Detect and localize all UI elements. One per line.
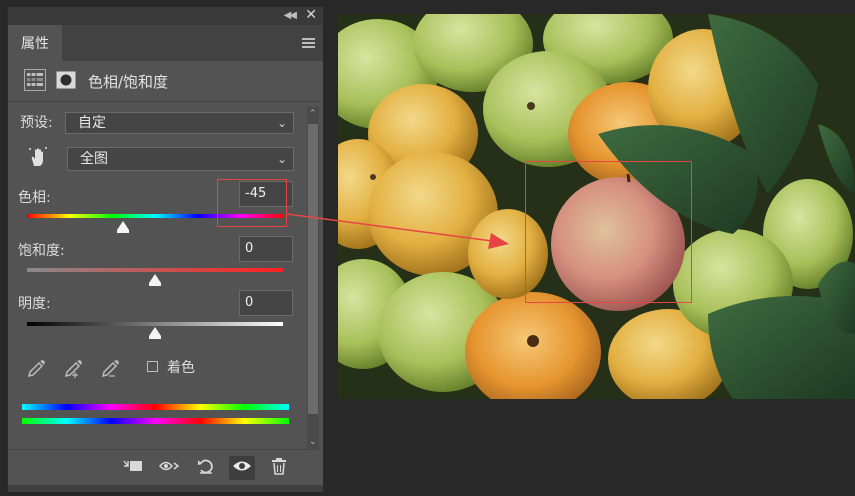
annotation-arrow (286, 213, 509, 249)
